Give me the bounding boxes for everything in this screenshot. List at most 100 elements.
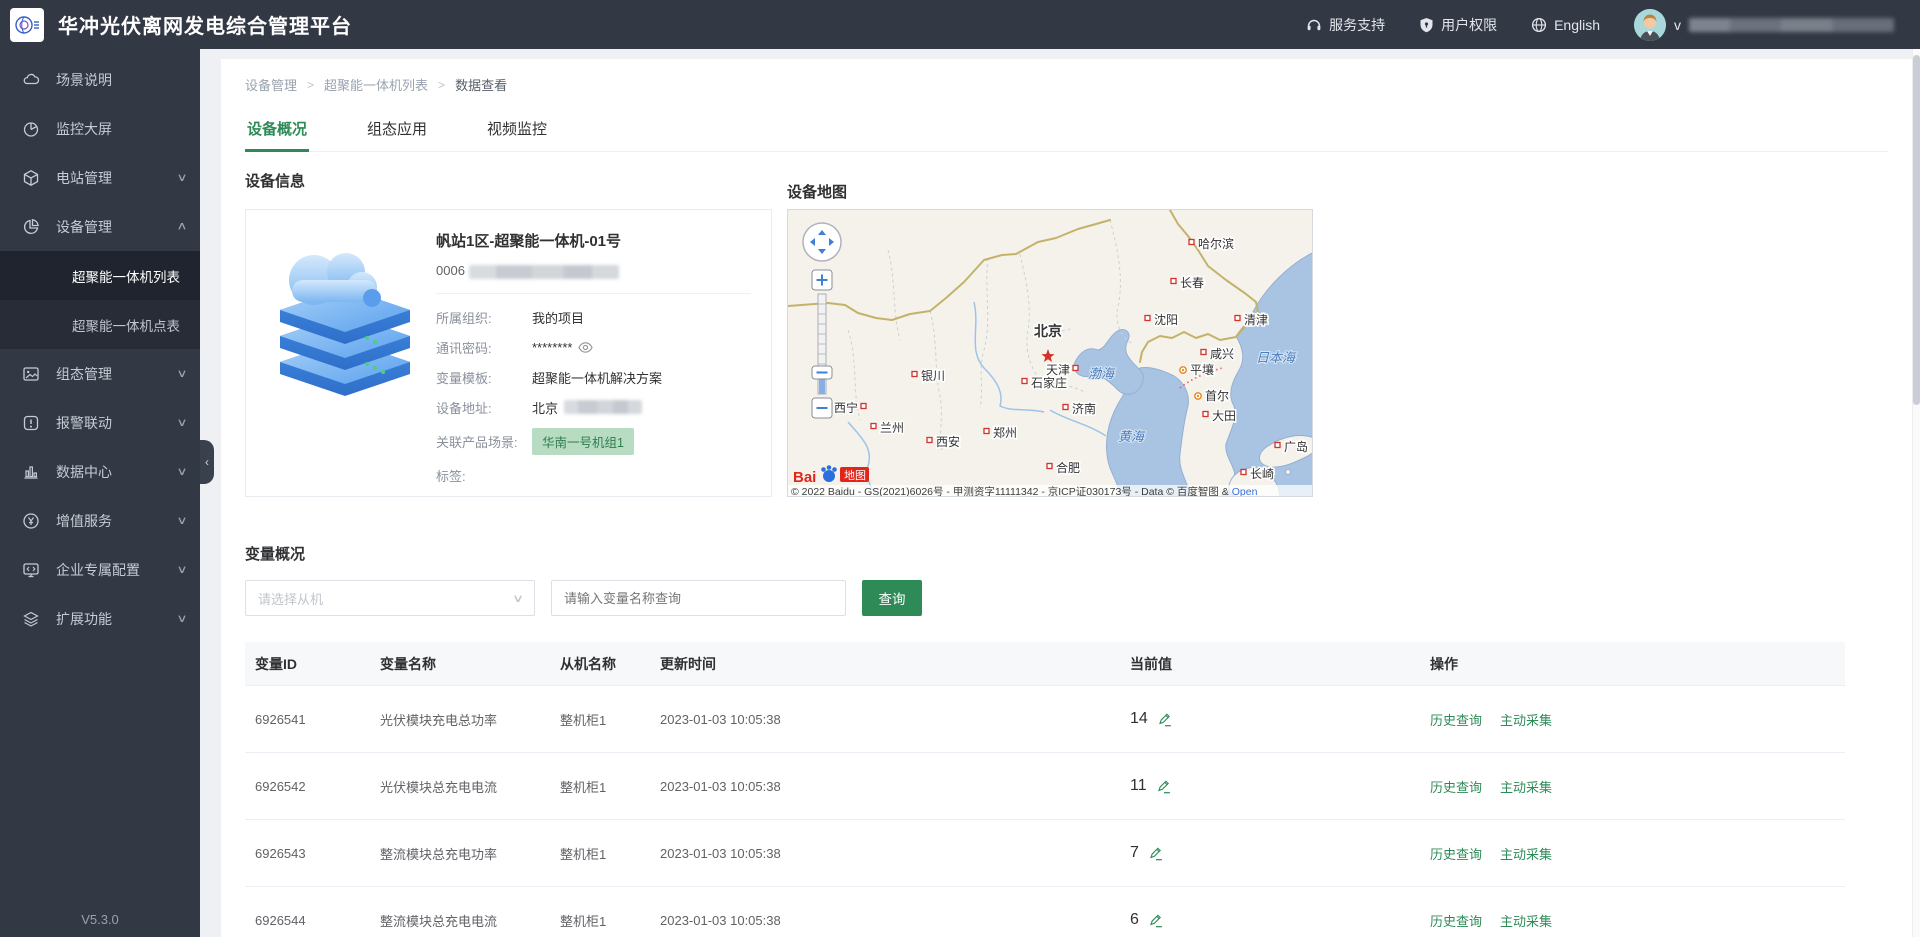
tab-scada-app[interactable]: 组态应用 [365,110,429,151]
edit-pencil-icon[interactable] [1148,913,1163,928]
sidebar-item-scene-description[interactable]: 场景说明 [0,55,200,104]
cell-variable-name: 光伏模块充电总功率 [380,710,560,729]
address-redacted [564,400,642,414]
app-version: V5.3.0 [0,912,200,927]
section-title-device-info: 设备信息 [245,170,1888,191]
user-account[interactable]: v [1634,9,1894,41]
menu-language[interactable]: English [1531,17,1600,33]
breadcrumb-current: 数据查看 [455,75,507,94]
field-label-template: 变量模板: [436,368,532,387]
menu-user-permission[interactable]: 用户权限 [1419,15,1497,35]
cell-update-time: 2023-01-03 10:05:38 [660,846,1130,861]
edit-pencil-icon[interactable] [1157,712,1172,727]
svg-text:Bai: Bai [793,469,816,486]
history-query-link[interactable]: 历史查询 [1430,710,1482,729]
scrollbar-thumb[interactable] [1913,55,1920,405]
cell-variable-id: 6926542 [255,779,380,794]
chevron-down-icon: ∨ [176,171,187,184]
globe-icon [1531,17,1547,33]
field-value-template: 超聚能一体机解决方案 [532,368,662,387]
device-map[interactable]: 北京天津石家庄济南哈尔滨长春沈阳清津咸兴平壤首尔大田广岛长崎银川西宁兰州西安郑州… [787,209,1313,497]
sidebar-subitem-machine-list[interactable]: 超聚能一体机列表 [0,251,200,300]
sidebar-item-label: 数据中心 [56,462,112,482]
active-collect-link[interactable]: 主动采集 [1500,710,1552,729]
device-illustration [266,228,424,478]
device-id-prefix: 0006 [436,263,465,278]
col-header-slave-name: 从机名称 [560,654,660,674]
slave-select[interactable]: 请选择从机 ∨ [245,580,535,616]
map-attribution-link[interactable]: Open [1232,486,1258,497]
history-query-link[interactable]: 历史查询 [1430,777,1482,796]
active-collect-link[interactable]: 主动采集 [1500,777,1552,796]
logo-icon [14,12,40,38]
device-id: 0006 [436,263,751,279]
cell-variable-id: 6926541 [255,712,380,727]
sidebar-subitem-label: 超聚能一体机列表 [72,266,180,286]
sidebar-item-extensions[interactable]: 扩展功能 ∨ [0,594,200,643]
field-label-address: 设备地址: [436,398,532,417]
query-button[interactable]: 查询 [862,580,922,616]
sidebar-submenu: 超聚能一体机列表 超聚能一体机点表 [0,251,200,349]
tab-device-overview[interactable]: 设备概况 [245,110,309,151]
section-title-variables: 变量概况 [245,543,1888,564]
field-label-scene: 关联产品场景: [436,432,532,451]
sidebar-item-plant-management[interactable]: 电站管理 ∨ [0,153,200,202]
variable-search-input[interactable] [551,580,846,616]
sidebar-item-scada-management[interactable]: 组态管理 ∨ [0,349,200,398]
eye-icon[interactable] [578,340,593,355]
sidebar-subitem-machine-points[interactable]: 超聚能一体机点表 [0,300,200,349]
history-query-link[interactable]: 历史查询 [1430,911,1482,930]
chevron-down-icon: ∨ [176,465,187,478]
map-sea-label: 日本海 [1256,350,1297,365]
breadcrumb-separator: > [438,78,445,92]
sidebar-item-monitor-screen[interactable]: 监控大屏 [0,104,200,153]
main-content: 设备管理 > 超聚能一体机列表 > 数据查看 设备概况 组态应用 视频监控 设备… [200,49,1912,937]
sidebar-item-device-management[interactable]: 设备管理 ∨ [0,202,200,251]
content-card: 设备管理 > 超聚能一体机列表 > 数据查看 设备概况 组态应用 视频监控 设备… [221,59,1912,937]
map-city-label: 清津 [1244,313,1268,327]
map-city-label: 石家庄 [1031,375,1067,390]
sidebar-item-alarm-linkage[interactable]: 报警联动 ∨ [0,398,200,447]
cell-variable-name: 整流模块总充电功率 [380,844,560,863]
sidebar-collapse-handle[interactable]: ‹ [200,440,214,484]
active-collect-link[interactable]: 主动采集 [1500,911,1552,930]
col-header-variable-name: 变量名称 [380,654,560,674]
map-sea-label: 渤海 [1088,366,1116,381]
tab-bar: 设备概况 组态应用 视频监控 [245,110,1888,152]
cell-current-value: 11 [1130,777,1147,795]
cell-variable-name: 整流模块总充电电流 [380,911,560,930]
field-value-org: 我的项目 [532,308,584,327]
col-header-current-value: 当前值 [1130,654,1430,674]
product-scene-tag: 华南一号机组1 [532,428,634,455]
table-row: 6926543 整流模块总充电功率 整机柜1 2023-01-03 10:05:… [245,820,1845,887]
map-city-label: 咸兴 [1210,347,1234,361]
sidebar-item-data-center[interactable]: 数据中心 ∨ [0,447,200,496]
breadcrumb-item[interactable]: 超聚能一体机列表 [324,75,428,94]
layers-icon [22,610,40,628]
baidu-map-canvas: 北京天津石家庄济南哈尔滨长春沈阳清津咸兴平壤首尔大田广岛长崎银川西宁兰州西安郑州… [788,210,1313,497]
map-pan-control[interactable] [803,223,841,261]
page-scrollbar[interactable] [1912,49,1920,937]
col-header-variable-id: 变量ID [255,654,380,674]
table-body: 6926541 光伏模块充电总功率 整机柜1 2023-01-03 10:05:… [245,686,1845,937]
field-value-password: ******** [532,340,572,355]
map-city-label: 长春 [1180,276,1204,290]
breadcrumb-item[interactable]: 设备管理 [245,75,297,94]
cell-variable-id: 6926543 [255,846,380,861]
edit-pencil-icon[interactable] [1156,779,1171,794]
sidebar-item-enterprise-config[interactable]: 企业专属配置 ∨ [0,545,200,594]
sidebar-item-value-added-services[interactable]: 增值服务 ∨ [0,496,200,545]
cell-variable-id: 6926544 [255,913,380,928]
menu-service-support[interactable]: 服务支持 [1306,15,1385,35]
cell-update-time: 2023-01-03 10:05:38 [660,913,1130,928]
edit-pencil-icon[interactable] [1148,846,1163,861]
tab-video-monitor[interactable]: 视频监控 [485,110,549,151]
monitor-code-icon [22,561,40,579]
field-label-password: 通讯密码: [436,338,532,357]
chevron-up-icon: ∨ [176,220,187,233]
active-collect-link[interactable]: 主动采集 [1500,844,1552,863]
field-label-tag: 标签: [436,466,532,485]
cell-update-time: 2023-01-03 10:05:38 [660,712,1130,727]
history-query-link[interactable]: 历史查询 [1430,844,1482,863]
cell-slave-name: 整机柜1 [560,710,660,729]
